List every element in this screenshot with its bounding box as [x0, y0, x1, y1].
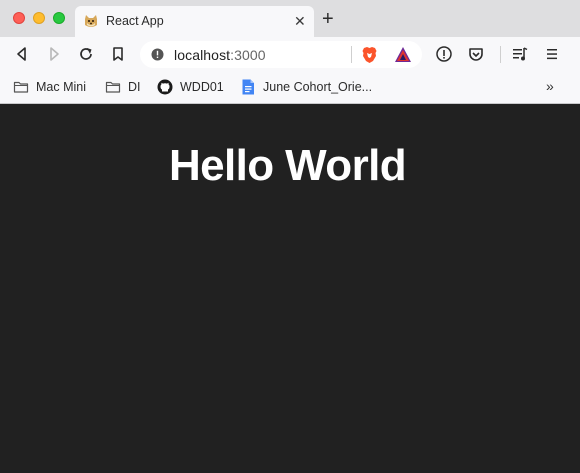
google-docs-icon [242, 79, 254, 95]
tab-react-app[interactable]: React App ✕ [75, 6, 314, 37]
pocket-icon[interactable] [467, 45, 485, 63]
bookmarks-overflow-button[interactable]: » [546, 78, 554, 94]
url-host: localhost [174, 47, 231, 63]
new-tab-icon[interactable]: + [322, 9, 334, 29]
bookmarks-bar: Mac Mini DI WDD01 June Cohort_Orie... » [0, 71, 580, 104]
github-icon [157, 79, 173, 95]
window-maximize-button[interactable] [53, 12, 65, 24]
toolbar: localhost:3000 [0, 37, 580, 71]
bookmark-label: DI [128, 80, 141, 94]
doge-icon [85, 15, 97, 27]
reload-icon[interactable] [77, 45, 95, 63]
toolbar-separator [500, 46, 501, 63]
folder-icon [105, 81, 121, 93]
bookmark-label: WDD01 [180, 80, 224, 94]
brave-rewards-icon[interactable] [394, 46, 412, 63]
bookmark-label: June Cohort_Orie... [263, 80, 373, 94]
forward-icon[interactable] [45, 45, 63, 63]
bookmark-di[interactable]: DI [105, 78, 141, 96]
bookmark-mac-mini[interactable]: Mac Mini [13, 78, 86, 96]
url-port: :3000 [230, 47, 266, 63]
brave-shields-icon[interactable] [361, 46, 378, 64]
page-content: Hello World [0, 105, 580, 473]
menu-icon[interactable] [543, 45, 561, 63]
window-close-button[interactable] [13, 12, 25, 24]
bookmark-wdd01[interactable]: WDD01 [157, 78, 224, 96]
bookmark-june-cohort[interactable]: June Cohort_Orie... [240, 78, 372, 96]
tab-close-icon[interactable]: ✕ [294, 12, 306, 30]
back-icon[interactable] [13, 45, 31, 63]
url-text[interactable]: localhost:3000 [174, 47, 266, 63]
url-separator [351, 46, 352, 63]
media-icon[interactable] [511, 45, 529, 63]
tab-strip: React App ✕ + [0, 0, 580, 37]
window-minimize-button[interactable] [33, 12, 45, 24]
bookmark-label: Mac Mini [36, 80, 87, 94]
tab-title: React App [106, 14, 164, 28]
folder-icon [13, 81, 29, 93]
address-bar[interactable]: localhost:3000 [140, 41, 422, 68]
site-info-icon[interactable] [151, 48, 164, 61]
page-heading: Hello World [168, 141, 407, 190]
bookmark-icon[interactable] [109, 45, 127, 63]
info-icon[interactable] [435, 45, 453, 63]
